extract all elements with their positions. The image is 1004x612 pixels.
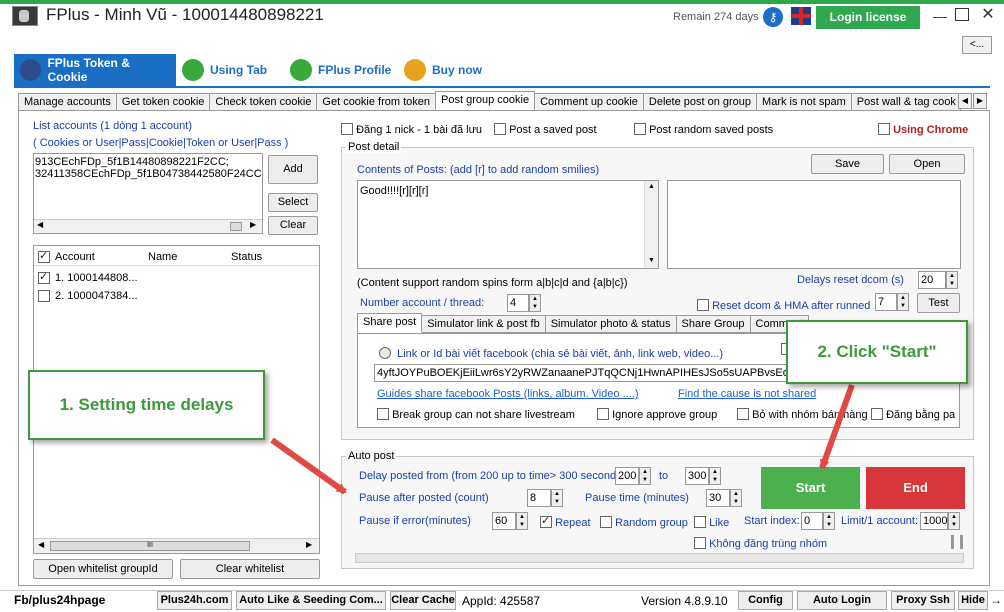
hide-arrow-icon[interactable]: → (990, 593, 1002, 607)
annotation-arrows (270, 383, 855, 495)
version-text: Version 4.8.9.10 (641, 594, 728, 608)
fb-page-link[interactable]: Fb/plus24hpage (14, 593, 105, 607)
proxy-ssh-button[interactable]: Proxy Ssh (891, 591, 955, 610)
plus24h-button[interactable]: Plus24h.com (157, 591, 232, 610)
callout-click-start: 2. Click "Start" (786, 320, 968, 384)
app-id: AppId: 425587 (462, 594, 541, 608)
config-button[interactable]: Config (738, 591, 793, 610)
hide-button[interactable]: Hide (958, 591, 988, 610)
auto-like-button[interactable]: Auto Like & Seeding Com... (236, 591, 386, 610)
clear-cache-button[interactable]: Clear Cache (390, 591, 456, 610)
callout-setting-delays: 1. Setting time delays (28, 370, 265, 440)
arrow-to-delays (270, 437, 347, 495)
arrow-to-start (819, 383, 855, 470)
auto-login-button[interactable]: Auto Login (797, 591, 887, 610)
